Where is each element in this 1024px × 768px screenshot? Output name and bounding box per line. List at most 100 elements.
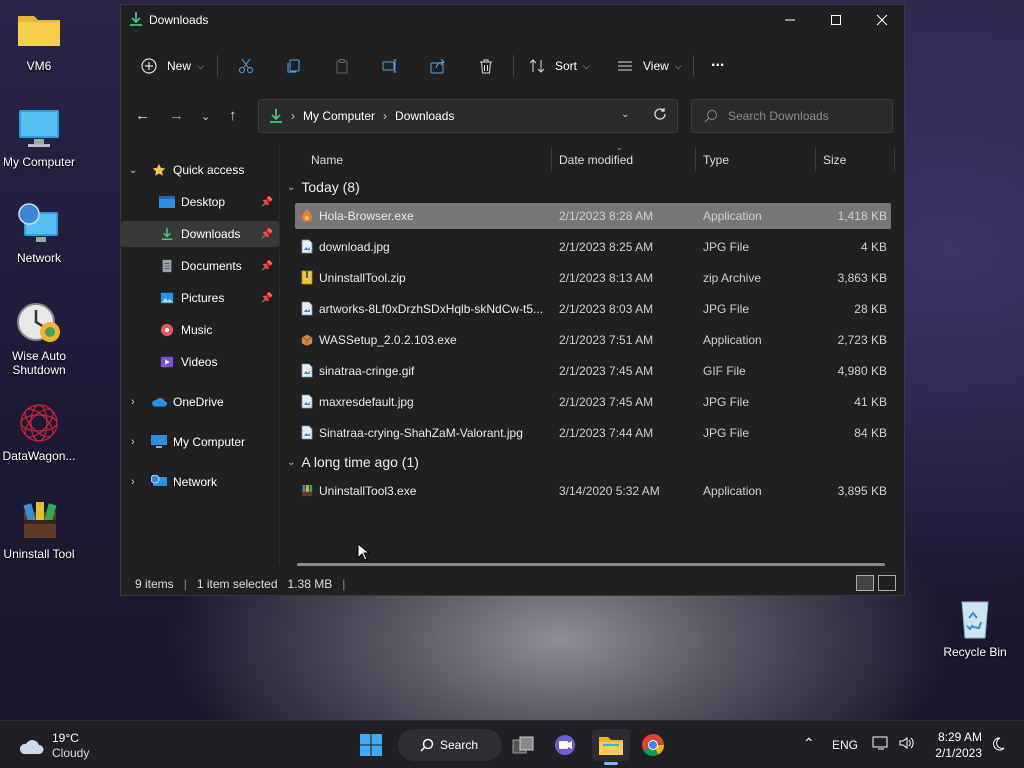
maximize-button[interactable]	[813, 5, 859, 35]
share-button[interactable]	[430, 53, 446, 79]
file-type: GIF File	[703, 364, 746, 378]
desktop-icon-uninstall-tool[interactable]: Uninstall Tool	[0, 498, 78, 561]
column-size[interactable]: Size	[823, 153, 846, 167]
nav-my-computer[interactable]: › My Computer	[121, 429, 279, 455]
weather-widget[interactable]: 19°C Cloudy	[18, 731, 89, 761]
file-row[interactable]: WASSetup_2.0.2.103.exe 2/1/2023 7:51 AM …	[295, 327, 891, 353]
search-input[interactable]: Search Downloads	[691, 99, 893, 133]
desktop-icon-label: My Computer	[2, 155, 76, 169]
nav-onedrive[interactable]: › OneDrive	[121, 389, 279, 415]
refresh-icon	[654, 108, 666, 120]
scissors-icon	[239, 58, 253, 73]
file-row[interactable]: Hola-Browser.exe 2/1/2023 8:28 AM Applic…	[295, 203, 891, 229]
breadcrumb-downloads[interactable]: Downloads	[395, 109, 454, 123]
chat-icon	[555, 735, 575, 755]
installer-box-icon	[301, 334, 313, 346]
view-button[interactable]: View ⌵	[617, 53, 682, 79]
group-header-today[interactable]: ⌄ Today (8)	[287, 179, 360, 195]
network-icon	[872, 736, 888, 750]
pane-splitter[interactable]	[279, 145, 280, 565]
trash-icon	[480, 59, 492, 74]
clock[interactable]: 8:29 AM 2/1/2023	[932, 729, 982, 761]
up-button[interactable]: ↑	[229, 107, 237, 124]
folder-icon	[599, 737, 623, 755]
recent-locations-button[interactable]: ⌄	[201, 110, 210, 123]
desktop-icon-datawagon[interactable]: DataWagon...	[0, 400, 78, 463]
rename-button[interactable]	[382, 53, 398, 79]
more-options-button[interactable]: ...	[711, 49, 724, 75]
file-row[interactable]: maxresdefault.jpg 2/1/2023 7:45 AM JPG F…	[295, 389, 891, 415]
delete-button[interactable]	[478, 53, 494, 79]
sort-button[interactable]: Sort ⌵	[529, 53, 590, 79]
desktop-icon-recycle-bin[interactable]: Recycle Bin	[936, 596, 1014, 659]
nav-quick-access[interactable]: ⌄ Quick access	[121, 157, 279, 183]
file-row[interactable]: UninstallTool3.exe 3/14/2020 5:32 AM App…	[295, 478, 891, 504]
copy-button[interactable]	[286, 53, 302, 79]
file-name: Hola-Browser.exe	[319, 209, 414, 223]
desktop-icon-label: DataWagon...	[2, 449, 76, 463]
start-button[interactable]	[354, 729, 388, 761]
group-label: A long time ago (1)	[301, 454, 419, 470]
close-button[interactable]	[859, 5, 905, 35]
back-button[interactable]: ←	[135, 107, 150, 124]
nav-item-videos[interactable]: Videos	[121, 349, 279, 375]
window-title: Downloads	[149, 13, 209, 27]
desktop-icon-my-computer[interactable]: My Computer	[0, 106, 78, 169]
nav-network[interactable]: › Network	[121, 469, 279, 495]
file-row[interactable]: sinatraa-cringe.gif 2/1/2023 7:45 AM GIF…	[295, 358, 891, 384]
task-view-button[interactable]	[506, 729, 540, 761]
taskbar-search-button[interactable]: Search	[398, 729, 502, 761]
file-date: 3/14/2020 5:32 AM	[559, 484, 660, 498]
nav-item-downloads[interactable]: Downloads 📌	[121, 221, 279, 247]
chat-button[interactable]	[548, 729, 582, 761]
breadcrumb-my-computer[interactable]: My Computer	[303, 109, 375, 123]
nav-item-documents[interactable]: Documents 📌	[121, 253, 279, 279]
column-type[interactable]: Type	[703, 153, 729, 167]
file-type: Application	[703, 333, 762, 347]
language-indicator[interactable]: ENG	[832, 738, 858, 752]
address-bar[interactable]: › My Computer › Downloads ⌄	[258, 99, 678, 133]
selection-size: 1.38 MB	[287, 577, 333, 591]
details-view-button[interactable]	[856, 575, 874, 591]
system-tray-expand-icon[interactable]: ⌃	[803, 735, 815, 752]
taskbar-chrome[interactable]	[636, 729, 670, 761]
column-name[interactable]: Name	[311, 153, 343, 167]
navigation-pane: ⌄ Quick access Desktop 📌 Downloads 📌 Doc…	[121, 153, 279, 565]
chevron-right-icon: ›	[131, 396, 135, 408]
system-tray-icons[interactable]	[872, 735, 916, 751]
command-bar: New ⌵ Sort ⌵ View ⌵ ...	[121, 41, 904, 89]
taskbar-file-explorer[interactable]	[592, 729, 630, 765]
file-row[interactable]: artworks-8Lf0xDrzhSDxHqlb-skNdCw-t5... 2…	[295, 296, 891, 322]
clock-icon	[16, 300, 62, 346]
group-header-long-time-ago[interactable]: ⌄ A long time ago (1)	[287, 454, 419, 470]
column-header: Name Date modified ⌄ Type Size	[280, 143, 898, 175]
nav-item-music[interactable]: Music	[121, 317, 279, 343]
desktop-icon-vm6[interactable]: VM6	[0, 10, 78, 73]
file-row[interactable]: UninstallTool.zip 2/1/2023 8:13 AM zip A…	[295, 265, 891, 291]
new-button[interactable]: New ⌵	[141, 53, 204, 79]
minimize-button[interactable]	[767, 5, 813, 35]
desktop-icon-wise-auto-shutdown[interactable]: Wise Auto Shutdown	[0, 300, 78, 377]
title-bar[interactable]: Downloads	[121, 5, 904, 37]
chevron-down-icon: ⌄	[129, 164, 138, 176]
nav-label: Quick access	[173, 163, 245, 177]
nav-item-pictures[interactable]: Pictures 📌	[121, 285, 279, 311]
file-row[interactable]: Sinatraa-crying-ShahZaM-Valorant.jpg 2/1…	[295, 420, 891, 446]
cut-button[interactable]	[238, 53, 254, 79]
recycle-bin-icon	[952, 596, 998, 642]
desktop-icon-network[interactable]: Network	[0, 202, 78, 265]
paste-button[interactable]	[334, 53, 350, 79]
nav-item-desktop[interactable]: Desktop 📌	[121, 189, 279, 215]
file-row[interactable]: download.jpg 2/1/2023 8:25 AM JPG File 4…	[295, 234, 891, 260]
refresh-button[interactable]	[653, 107, 667, 124]
column-date-modified[interactable]: Date modified	[559, 153, 633, 167]
file-name: sinatraa-cringe.gif	[319, 364, 415, 378]
file-size: 2,723 KB	[837, 333, 887, 347]
horizontal-scrollbar[interactable]	[297, 563, 885, 566]
notifications-moon-icon[interactable]	[990, 736, 1006, 752]
nav-label: Pictures	[181, 291, 225, 305]
tiles-view-button[interactable]	[878, 575, 896, 591]
download-arrow-icon	[161, 227, 173, 241]
address-dropdown-button[interactable]: ⌄	[621, 109, 629, 120]
forward-button[interactable]: →	[169, 107, 184, 124]
